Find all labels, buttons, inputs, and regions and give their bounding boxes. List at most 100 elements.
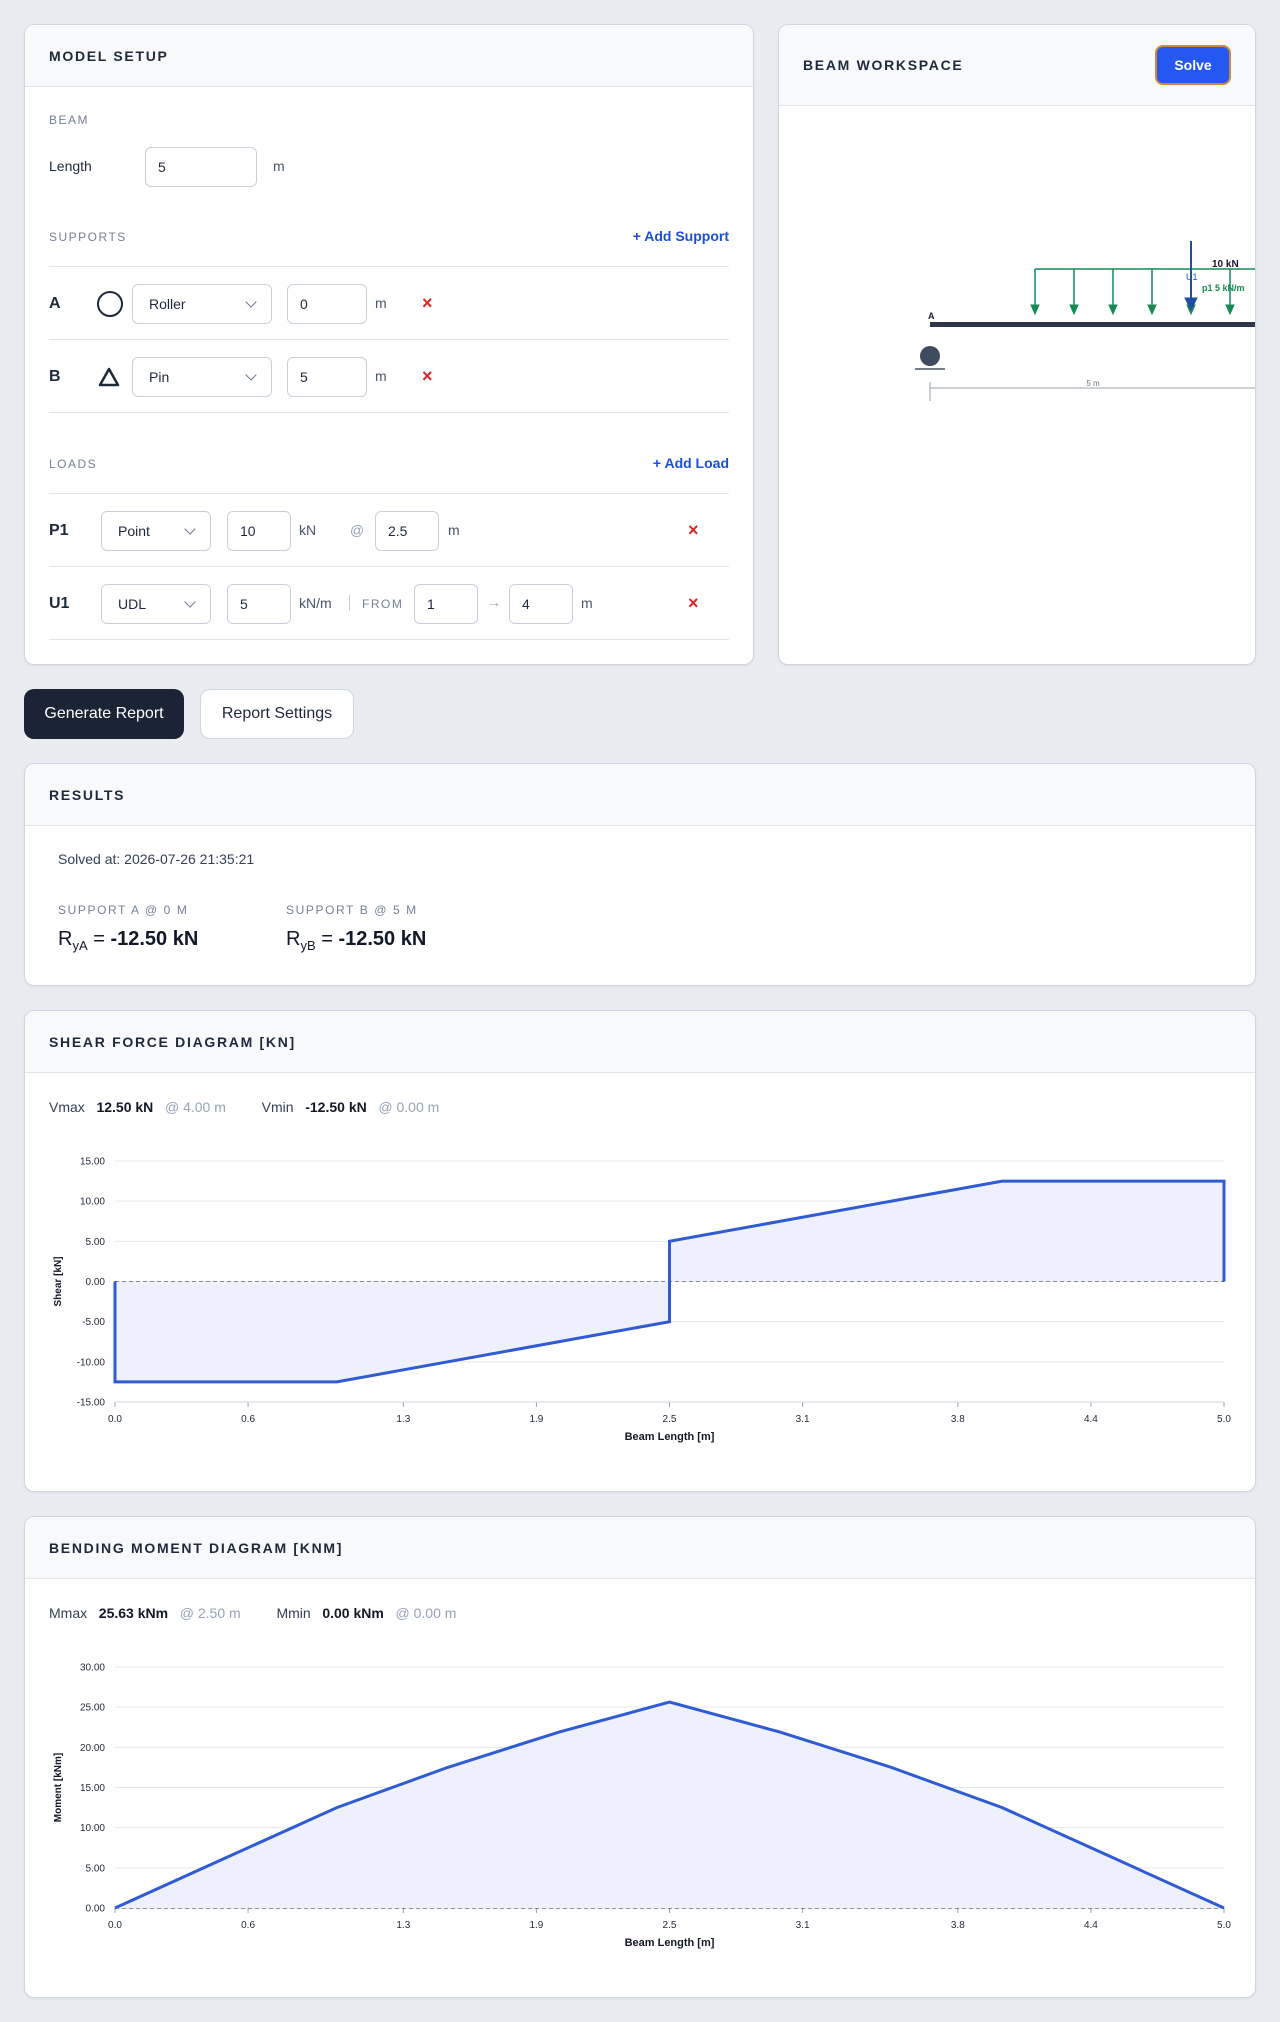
shear-diagram-panel: SHEAR FORCE DIAGRAM [KN] Vmax 12.50 kN @… — [24, 1010, 1256, 1492]
from-label: FROM — [362, 597, 404, 611]
load-p1-pos-unit: m — [448, 522, 460, 538]
beam-canvas[interactable]: 10 kN U1 p1 5 kN/m A 5 m — [779, 106, 1256, 665]
x-tick-label: 1.3 — [396, 1414, 410, 1425]
remove-support-b-button[interactable]: × — [422, 366, 433, 387]
beam — [930, 322, 1255, 327]
reaction-subscript: yB — [300, 938, 316, 953]
y-tick-label: 30.00 — [80, 1663, 105, 1674]
x-tick-label: 0.6 — [241, 1920, 255, 1931]
y-tick-label: 25.00 — [80, 1703, 105, 1714]
support-a-type-select[interactable]: Roller — [132, 284, 272, 324]
add-support-button[interactable]: + Add Support — [633, 228, 729, 244]
shear-chart: 15.00 10.00 5.00 0.00 -5.00 -10.00 -15.000.0 0.… — [53, 1157, 1231, 1444]
load-p1-type-select[interactable]: Point — [101, 511, 211, 551]
support-b-position-input[interactable]: 5 — [287, 357, 367, 397]
y-axis-label: Moment [kNm] — [53, 1753, 64, 1822]
loads-section-label: LOADS — [49, 457, 98, 471]
solved-at-text: Solved at: 2026-07-26 21:35:21 — [58, 851, 255, 867]
equals-sign: = — [93, 928, 105, 950]
support-b-type-select[interactable]: Pin — [132, 357, 272, 397]
x-tick-label: 3.1 — [796, 1414, 810, 1425]
load-u1-start-input[interactable]: 1 — [414, 584, 478, 624]
report-settings-button[interactable]: Report Settings — [200, 689, 354, 739]
solve-button[interactable]: Solve — [1155, 45, 1231, 85]
supports-section-label: SUPPORTS — [49, 230, 127, 244]
beam-workspace-panel: BEAM WORKSPACE Solve 10 kN U1 p1 5 kN/m … — [778, 24, 1256, 665]
y-tick-label: 15.00 — [80, 1157, 105, 1168]
reaction-subscript: yA — [72, 938, 88, 953]
moment-chart: 30.00 25.00 20.00 15.00 10.00 5.00 0.000.0 0.6 1… — [53, 1663, 1231, 1950]
results-panel: RESULTS Solved at: 2026-07-26 21:35:21 S… — [24, 763, 1256, 986]
support-b-unit: m — [375, 368, 387, 384]
x-tick-label: 3.8 — [951, 1414, 965, 1425]
load-p1-magnitude-input[interactable]: 10 — [227, 511, 291, 551]
x-tick-label: 5.0 — [1217, 1920, 1231, 1931]
separator — [349, 595, 350, 611]
remove-support-a-button[interactable]: × — [422, 293, 433, 314]
length-unit: m — [273, 158, 285, 174]
x-tick-label: 1.9 — [529, 1920, 543, 1931]
support-a-id: A — [49, 295, 61, 312]
y-tick-label: 0.00 — [86, 1904, 106, 1915]
load-p1-unit: kN — [299, 522, 317, 538]
reaction-a-value: RyA = -12.50 kN — [58, 928, 198, 953]
load-p1-type-value: Point — [118, 523, 150, 539]
x-tick-label: 2.5 — [663, 1414, 677, 1425]
y-tick-label: 15.00 — [80, 1783, 105, 1794]
load-p1-id: P1 — [49, 522, 69, 539]
support-a-label: A — [928, 311, 935, 321]
model-setup-panel: MODEL SETUP BEAM Length 5 m SUPPORTS + A… — [24, 24, 754, 665]
y-tick-label: -15.00 — [77, 1398, 106, 1409]
x-tick-label: 2.5 — [663, 1920, 677, 1931]
beam-section-label: BEAM — [49, 113, 90, 127]
reaction-symbol: R — [58, 928, 73, 950]
y-tick-label: 10.00 — [80, 1197, 105, 1208]
udl-id-label: U1 — [1186, 272, 1198, 282]
divider — [49, 412, 729, 413]
load-u1-magnitude-input[interactable]: 5 — [227, 584, 291, 624]
y-axis-label: Shear [kN] — [53, 1256, 64, 1306]
divider — [49, 339, 729, 340]
moment-diagram-panel: BENDING MOMENT DIAGRAM [KNM] Mmax 25.63 … — [24, 1516, 1256, 1998]
add-load-button[interactable]: + Add Load — [653, 455, 729, 471]
divider — [49, 493, 729, 494]
load-u1-id: U1 — [49, 595, 70, 612]
chevron-down-icon — [245, 369, 257, 381]
x-tick-label: 4.4 — [1084, 1414, 1098, 1425]
y-tick-label: -5.00 — [82, 1317, 105, 1328]
load-u1-unit: kN/m — [299, 595, 332, 611]
workspace-title: BEAM WORKSPACE — [803, 57, 964, 73]
remove-load-u1-button[interactable]: × — [688, 593, 699, 614]
support-b-type-value: Pin — [149, 369, 170, 385]
load-u1-type-select[interactable]: UDL — [101, 584, 211, 624]
support-a-unit: m — [375, 295, 387, 311]
load-p1-position-input[interactable]: 2.5 — [375, 511, 439, 551]
remove-load-p1-button[interactable]: × — [688, 520, 699, 541]
reaction-a-label: SUPPORT A @ 0 M — [58, 903, 189, 917]
x-axis-label: Beam Length [m] — [625, 1431, 715, 1443]
panel-title: MODEL SETUP — [49, 47, 169, 64]
support-a-position-input[interactable]: 0 — [287, 284, 367, 324]
at-symbol: @ — [350, 522, 365, 538]
x-tick-label: 1.3 — [396, 1920, 410, 1931]
load-u1-end-input[interactable]: 4 — [509, 584, 573, 624]
roller-circle-icon — [97, 291, 123, 317]
generate-report-button[interactable]: Generate Report — [24, 689, 184, 739]
load-u1-type-value: UDL — [118, 596, 147, 612]
chevron-down-icon — [184, 523, 196, 535]
equals-sign: = — [321, 928, 333, 950]
point-load-label: 10 kN — [1212, 259, 1239, 270]
support-b-id: B — [49, 368, 61, 385]
arrow-right-icon: → — [487, 594, 501, 610]
chevron-down-icon — [184, 596, 196, 608]
dimension-label: 5 m — [1086, 379, 1100, 388]
divider — [49, 566, 729, 567]
series-area — [115, 1702, 1224, 1908]
chevron-down-icon — [245, 296, 257, 308]
reaction-a-number: -12.50 kN — [110, 928, 199, 950]
x-tick-label: 0.0 — [108, 1414, 122, 1425]
length-input[interactable]: 5 — [145, 147, 257, 187]
roller-support-icon — [920, 346, 940, 366]
y-tick-label: 20.00 — [80, 1743, 105, 1754]
x-tick-label: 3.1 — [796, 1920, 810, 1931]
